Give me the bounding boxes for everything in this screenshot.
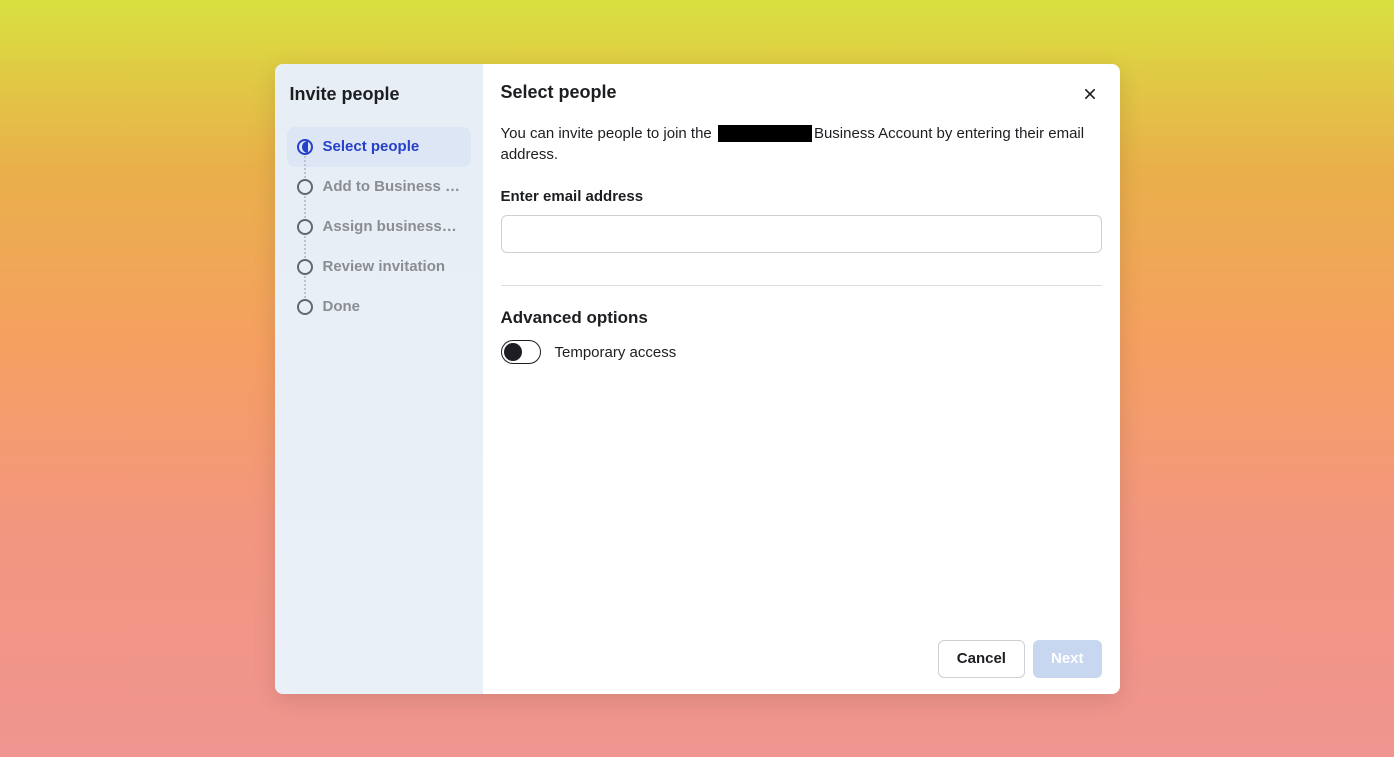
circle-empty-icon [297,219,313,235]
description-text: You can invite people to join the Busine… [501,123,1102,167]
email-field-label: Enter email address [501,188,1102,205]
main-panel: Select people You can invite people to j… [483,64,1120,694]
temporary-access-row: Temporary access [501,340,1102,364]
description-prefix: You can invite people to join the [501,125,716,142]
close-icon [1082,86,1098,102]
step-label: Assign business a… [323,218,461,235]
next-button[interactable]: Next [1033,640,1102,678]
main-header: Select people [501,82,1102,109]
circle-empty-icon [297,179,313,195]
temporary-access-toggle[interactable] [501,340,541,364]
circle-empty-icon [297,299,313,315]
advanced-options-title: Advanced options [501,308,1102,328]
step-select-people[interactable]: Select people [287,127,471,167]
email-input[interactable] [501,215,1102,253]
modal-footer: Cancel Next [501,640,1102,678]
circle-empty-icon [297,259,313,275]
step-label: Done [323,298,361,315]
sidebar-title: Invite people [287,84,471,105]
step-label: Review invitation [323,258,446,275]
wizard-sidebar: Invite people Select people Add to Busin… [275,64,483,694]
half-circle-icon [297,139,313,155]
step-label: Select people [323,138,420,155]
step-label: Add to Business … [323,178,461,195]
step-assign-business-assets: Assign business a… [287,207,471,247]
step-connector-icon [304,156,306,178]
wizard-steps: Select people Add to Business … Assign b… [287,127,471,327]
step-add-to-business: Add to Business … [287,167,471,207]
temporary-access-label: Temporary access [555,344,677,361]
step-connector-icon [304,276,306,298]
step-review-invitation: Review invitation [287,247,471,287]
close-button[interactable] [1078,82,1102,109]
cancel-button[interactable]: Cancel [938,640,1025,678]
toggle-knob-icon [504,343,522,361]
redacted-business-name [718,125,812,142]
step-connector-icon [304,196,306,218]
page-title: Select people [501,82,617,103]
invite-people-modal: Invite people Select people Add to Busin… [275,64,1120,694]
section-divider [501,285,1102,286]
step-done: Done [287,287,471,327]
step-connector-icon [304,236,306,258]
